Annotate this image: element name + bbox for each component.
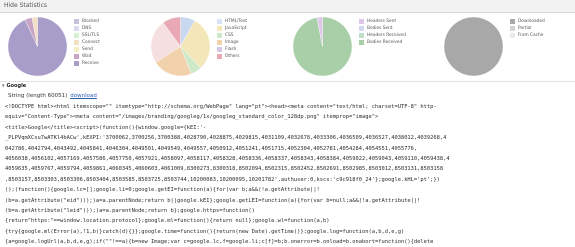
legend-label: HTML/Text [225, 19, 248, 24]
statistics-panel: Blocked DNS SSL/TLS Connect Send Wait Receive … [0, 13, 575, 80]
legend-item: From Cache [510, 32, 545, 39]
legend-swatch [74, 47, 79, 52]
response-length-row: String (length 60051) download [8, 92, 97, 100]
response-length-label: String (length 60051) [8, 93, 68, 99]
code-line: 042786,4042794,4043492,4045841,4046304,4… [5, 145, 418, 152]
pie-slice [443, 16, 504, 77]
code-line: (b=a.getAttribute("leid")));)a=a.parentN… [5, 207, 255, 214]
legend-label: Partial [518, 26, 532, 31]
legend-item: Connect [74, 39, 100, 46]
code-line: <title>Google</title><script>(function()… [5, 124, 207, 131]
legend-swatch [217, 47, 222, 52]
legend-item: JavaScript [217, 25, 247, 32]
code-line: (b=a.getAttribute("eid")));)a=a.parentNo… [5, 197, 421, 204]
code-line: 4059635,4059767,4059794,4059861,4060345,… [5, 166, 444, 173]
legend-swatch [74, 61, 79, 66]
legend-label: Bodies Sent [367, 26, 393, 31]
legend-label: From Cache [518, 33, 544, 38]
legend-swatch [74, 19, 79, 24]
legend-item: Downloaded [510, 18, 545, 25]
legend-item: Headers Sent [359, 18, 406, 25]
code-line: ();(function(){google.lc=[];google.li=0;… [5, 187, 320, 194]
code-line: {try{google.ml(Error(a),!1,b)}catch(d){}… [5, 228, 405, 235]
legend-label: Receive [82, 61, 99, 66]
code-line: {a=google.logUrl(a,b,d,e,g);if(""!==a){b… [5, 239, 434, 246]
legend-label: Others [225, 54, 240, 59]
section-title: Google [6, 83, 27, 89]
legend-label: SSL/TLS [82, 33, 100, 38]
hide-statistics-link[interactable]: Hide Statistics [4, 1, 47, 11]
response-body-viewer[interactable]: <!DOCTYPE html><html itemscope="" itemty… [0, 102, 575, 247]
legend-swatch [359, 26, 364, 31]
legend-item: Image [217, 39, 247, 46]
timing-legend: Blocked DNS SSL/TLS Connect Send Wait Receive [74, 18, 100, 67]
content-type-pie-chart [150, 16, 211, 77]
content-type-legend: HTML/Text JavaScript CSS Image Flash Others [217, 18, 247, 60]
legend-label: Headers Sent [367, 19, 397, 24]
content-type-chart: HTML/Text JavaScript CSS Image Flash Others [149, 15, 289, 78]
legend-label: Blocked [82, 19, 99, 24]
legend-item: Bodies Sent [359, 25, 406, 32]
code-line: ,8503157,8503303,8503306,8503404,8503585… [5, 176, 440, 183]
divider [0, 81, 575, 82]
legend-item: Receive [74, 60, 100, 67]
response-section-header[interactable]: ▾ Google [2, 83, 26, 90]
collapse-caret-icon[interactable]: ▾ [2, 83, 5, 89]
download-link[interactable]: download [70, 93, 97, 99]
legend-item: Partial [510, 25, 545, 32]
timing-chart: Blocked DNS SSL/TLS Connect Send Wait Receive [6, 15, 146, 78]
traffic-legend: Headers Sent Bodies Sent Headers Received B… [359, 18, 406, 46]
legend-item: Others [217, 53, 247, 60]
legend-swatch [74, 54, 79, 59]
legend-item: Headers Received [359, 32, 406, 39]
legend-swatch [74, 26, 79, 31]
legend-label: Flash [225, 47, 237, 52]
legend-item: Wait [74, 53, 100, 60]
legend-label: DNS [82, 26, 92, 31]
timing-pie-chart [7, 16, 68, 77]
legend-item: HTML/Text [217, 18, 247, 25]
legend-item: Flash [217, 46, 247, 53]
legend-swatch [217, 54, 222, 59]
legend-label: JavaScript [225, 26, 247, 31]
legend-swatch [510, 19, 515, 24]
legend-item: Blocked [74, 18, 100, 25]
legend-swatch [74, 40, 79, 45]
legend-swatch [359, 33, 364, 38]
code-line: _PLPVqmXCsu7wATKl4bACw',kEXPI:'3700062,3… [5, 135, 447, 142]
legend-label: Wait [82, 54, 92, 59]
code-line: 4056038,4056102,4057169,4057586,4057750,… [5, 155, 450, 162]
legend-item: DNS [74, 25, 100, 32]
legend-label: Connect [82, 40, 100, 45]
cache-chart: Downloaded Partial From Cache [442, 15, 572, 78]
cache-pie-chart [443, 16, 504, 77]
legend-label: Bodies Received [367, 40, 403, 45]
legend-label: Send [82, 47, 93, 52]
legend-swatch [359, 40, 364, 45]
legend-swatch [510, 33, 515, 38]
legend-label: Image [225, 40, 239, 45]
legend-label: Headers Received [367, 33, 406, 38]
traffic-pie-chart [292, 16, 353, 77]
legend-label: CSS [225, 33, 234, 38]
statistics-toggle-bar[interactable]: Hide Statistics [0, 0, 575, 13]
legend-swatch [359, 19, 364, 24]
legend-label: Downloaded [518, 19, 545, 24]
legend-item: Bodies Received [359, 39, 406, 46]
legend-swatch [217, 26, 222, 31]
code-line: equiv="Content-Type"><meta content="/ima… [5, 114, 379, 121]
code-line: <!DOCTYPE html><html itemscope="" itemty… [5, 104, 437, 110]
legend-swatch [217, 33, 222, 38]
legend-item: Send [74, 46, 100, 53]
legend-swatch [74, 33, 79, 38]
legend-swatch [217, 19, 222, 24]
code-line: {return"https:"==window.location.protoco… [5, 218, 330, 225]
cache-legend: Downloaded Partial From Cache [510, 18, 545, 39]
legend-swatch [217, 40, 222, 45]
traffic-chart: Headers Sent Bodies Sent Headers Received B… [291, 15, 441, 78]
legend-item: SSL/TLS [74, 32, 100, 39]
legend-swatch [510, 26, 515, 31]
legend-item: CSS [217, 32, 247, 39]
